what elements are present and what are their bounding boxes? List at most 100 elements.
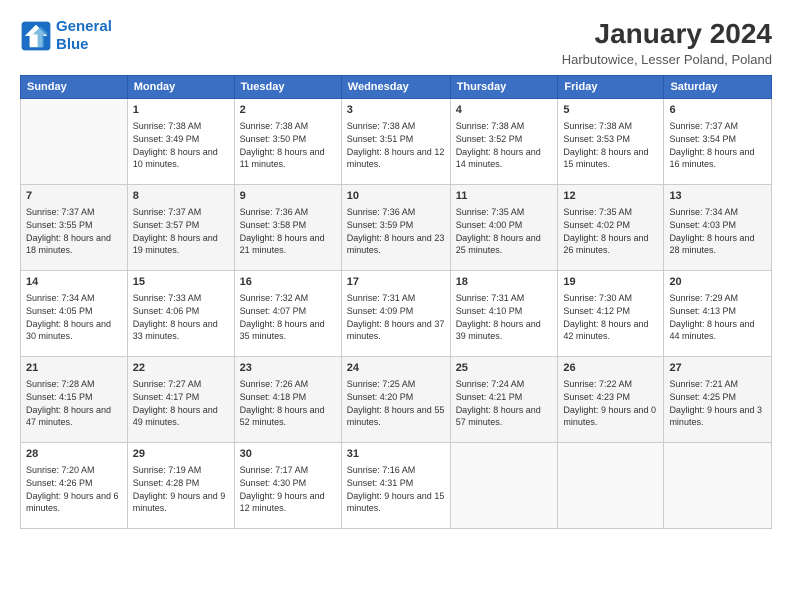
day-number: 25 [456, 361, 553, 376]
day-number: 3 [347, 103, 445, 118]
daylight-text: Daylight: 8 hours and 44 minutes. [669, 318, 766, 343]
daylight-text: Daylight: 8 hours and 15 minutes. [563, 146, 658, 171]
sunrise-text: Sunrise: 7:38 AM [347, 120, 445, 133]
sunrise-text: Sunrise: 7:35 AM [456, 206, 553, 219]
calendar-cell: 10Sunrise: 7:36 AMSunset: 3:59 PMDayligh… [341, 185, 450, 271]
sunset-text: Sunset: 3:51 PM [347, 133, 445, 146]
calendar-cell: 24Sunrise: 7:25 AMSunset: 4:20 PMDayligh… [341, 357, 450, 443]
sunset-text: Sunset: 3:59 PM [347, 219, 445, 232]
calendar-cell: 21Sunrise: 7:28 AMSunset: 4:15 PMDayligh… [21, 357, 128, 443]
day-number: 16 [240, 275, 336, 290]
day-number: 11 [456, 189, 553, 204]
sunrise-text: Sunrise: 7:16 AM [347, 464, 445, 477]
day-number: 7 [26, 189, 122, 204]
week-row-0: 1Sunrise: 7:38 AMSunset: 3:49 PMDaylight… [21, 99, 772, 185]
sunset-text: Sunset: 4:00 PM [456, 219, 553, 232]
sunset-text: Sunset: 4:09 PM [347, 305, 445, 318]
sunset-text: Sunset: 3:58 PM [240, 219, 336, 232]
daylight-text: Daylight: 8 hours and 25 minutes. [456, 232, 553, 257]
sunset-text: Sunset: 4:07 PM [240, 305, 336, 318]
day-number: 1 [133, 103, 229, 118]
day-number: 24 [347, 361, 445, 376]
daylight-text: Daylight: 8 hours and 57 minutes. [456, 404, 553, 429]
daylight-text: Daylight: 8 hours and 28 minutes. [669, 232, 766, 257]
daylight-text: Daylight: 8 hours and 10 minutes. [133, 146, 229, 171]
sunset-text: Sunset: 4:02 PM [563, 219, 658, 232]
header-thursday: Thursday [450, 76, 558, 99]
calendar-cell: 11 Sunrise: 7:35 AMSunset: 4:00 PMDayligh… [450, 185, 558, 271]
day-number: 19 [563, 275, 658, 290]
sunrise-text: Sunrise: 7:24 AM [456, 378, 553, 391]
calendar-cell: 16 Sunrise: 7:32 AMSunset: 4:07 PMDayligh… [234, 271, 341, 357]
day-number: 12 [563, 189, 658, 204]
calendar-cell: 7Sunrise: 7:37 AMSunset: 3:55 PMDaylight… [21, 185, 128, 271]
sunset-text: Sunset: 3:53 PM [563, 133, 658, 146]
daylight-text: Daylight: 9 hours and 0 minutes. [563, 404, 658, 429]
sunrise-text: Sunrise: 7:25 AM [347, 378, 445, 391]
calendar-cell: 20 Sunrise: 7:29 AMSunset: 4:13 PMDayligh… [664, 271, 772, 357]
week-row-4: 28Sunrise: 7:20 AMSunset: 4:26 PMDayligh… [21, 443, 772, 529]
sunrise-text: Sunrise: 7:28 AM [26, 378, 122, 391]
sunrise-text: Sunrise: 7:19 AM [133, 464, 229, 477]
day-number: 26 [563, 361, 658, 376]
sunrise-text: Sunrise: 7:31 AM [456, 292, 553, 305]
calendar-cell: 25Sunrise: 7:24 AMSunset: 4:21 PMDayligh… [450, 357, 558, 443]
daylight-text: Daylight: 8 hours and 30 minutes. [26, 318, 122, 343]
calendar-cell: 30Sunrise: 7:17 AMSunset: 4:30 PMDayligh… [234, 443, 341, 529]
sunrise-text: Sunrise: 7:38 AM [456, 120, 553, 133]
sunset-text: Sunset: 4:31 PM [347, 477, 445, 490]
daylight-text: Daylight: 9 hours and 3 minutes. [669, 404, 766, 429]
calendar-cell: 28Sunrise: 7:20 AMSunset: 4:26 PMDayligh… [21, 443, 128, 529]
sunset-text: Sunset: 4:23 PM [563, 391, 658, 404]
day-number: 23 [240, 361, 336, 376]
calendar-cell: 17Sunrise: 7:31 AMSunset: 4:09 PMDayligh… [341, 271, 450, 357]
calendar-cell [450, 443, 558, 529]
calendar-cell: 26 Sunrise: 7:22 AMSunset: 4:23 PMDayligh… [558, 357, 664, 443]
location: Harbutowice, Lesser Poland, Poland [562, 52, 772, 67]
day-number: 22 [133, 361, 229, 376]
header: General Blue January 2024 Harbutowice, L… [20, 18, 772, 67]
daylight-text: Daylight: 8 hours and 33 minutes. [133, 318, 229, 343]
sunrise-text: Sunrise: 7:26 AM [240, 378, 336, 391]
sunrise-text: Sunrise: 7:29 AM [669, 292, 766, 305]
sunrise-text: Sunrise: 7:22 AM [563, 378, 658, 391]
sunset-text: Sunset: 4:13 PM [669, 305, 766, 318]
day-number: 17 [347, 275, 445, 290]
sunset-text: Sunset: 3:50 PM [240, 133, 336, 146]
daylight-text: Daylight: 8 hours and 39 minutes. [456, 318, 553, 343]
calendar-cell: 3Sunrise: 7:38 AMSunset: 3:51 PMDaylight… [341, 99, 450, 185]
calendar-cell: 8Sunrise: 7:37 AMSunset: 3:57 PMDaylight… [127, 185, 234, 271]
sunset-text: Sunset: 4:17 PM [133, 391, 229, 404]
sunset-text: Sunset: 4:28 PM [133, 477, 229, 490]
sunrise-text: Sunrise: 7:32 AM [240, 292, 336, 305]
daylight-text: Daylight: 8 hours and 35 minutes. [240, 318, 336, 343]
page: General Blue January 2024 Harbutowice, L… [0, 0, 792, 612]
day-number: 14 [26, 275, 122, 290]
sunset-text: Sunset: 4:12 PM [563, 305, 658, 318]
daylight-text: Daylight: 8 hours and 19 minutes. [133, 232, 229, 257]
day-number: 5 [563, 103, 658, 118]
header-wednesday: Wednesday [341, 76, 450, 99]
calendar-header-row: SundayMondayTuesdayWednesdayThursdayFrid… [21, 76, 772, 99]
sunrise-text: Sunrise: 7:21 AM [669, 378, 766, 391]
calendar-cell: 5Sunrise: 7:38 AMSunset: 3:53 PMDaylight… [558, 99, 664, 185]
sunrise-text: Sunrise: 7:36 AM [240, 206, 336, 219]
day-number: 20 [669, 275, 766, 290]
header-saturday: Saturday [664, 76, 772, 99]
logo-line2: Blue [56, 36, 89, 53]
logo: General Blue [20, 18, 112, 54]
calendar-cell: 23Sunrise: 7:26 AMSunset: 4:18 PMDayligh… [234, 357, 341, 443]
calendar-cell: 15Sunrise: 7:33 AMSunset: 4:06 PMDayligh… [127, 271, 234, 357]
calendar-cell [664, 443, 772, 529]
calendar-cell [21, 99, 128, 185]
day-number: 18 [456, 275, 553, 290]
calendar-cell: 6Sunrise: 7:37 AMSunset: 3:54 PMDaylight… [664, 99, 772, 185]
sunset-text: Sunset: 3:54 PM [669, 133, 766, 146]
sunset-text: Sunset: 4:15 PM [26, 391, 122, 404]
sunrise-text: Sunrise: 7:20 AM [26, 464, 122, 477]
sunrise-text: Sunrise: 7:37 AM [26, 206, 122, 219]
title-block: January 2024 Harbutowice, Lesser Poland,… [562, 18, 772, 67]
day-number: 15 [133, 275, 229, 290]
sunset-text: Sunset: 4:05 PM [26, 305, 122, 318]
day-number: 31 [347, 447, 445, 462]
